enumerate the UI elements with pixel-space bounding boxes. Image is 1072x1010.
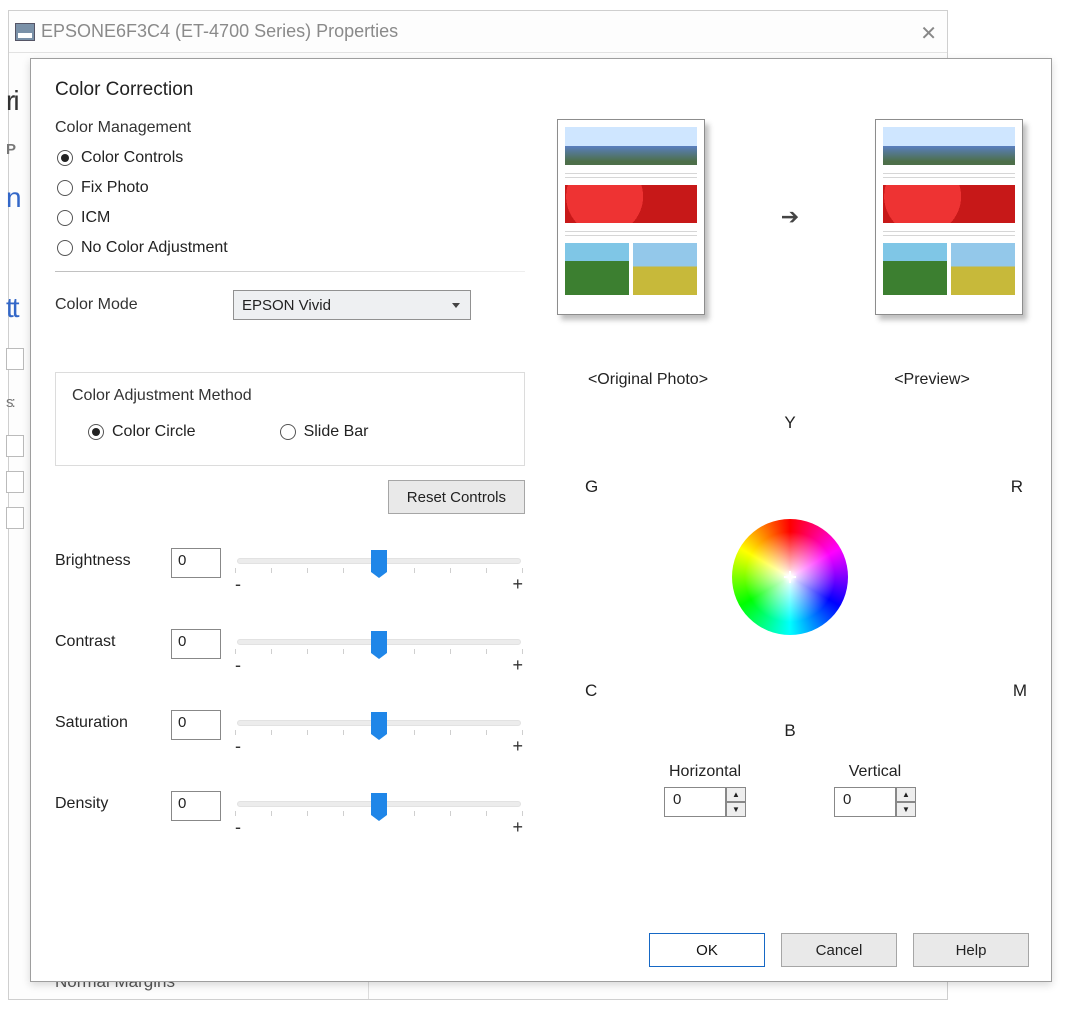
dialog-title: Color Correction	[55, 79, 1027, 101]
density-label: Density	[55, 791, 159, 813]
radio-icon	[88, 424, 104, 440]
document-icon	[6, 471, 24, 493]
contrast-slider[interactable]	[237, 639, 521, 645]
contrast-label: Contrast	[55, 629, 159, 651]
density-row: Density 0 -+	[55, 791, 525, 838]
spin-up-icon[interactable]: ▲	[896, 787, 916, 802]
vertical-spinner[interactable]: 0 ▲▼	[834, 787, 916, 817]
saturation-row: Saturation 0 -+	[55, 710, 525, 757]
axis-m: M	[1013, 681, 1027, 701]
radio-fix-photo[interactable]: Fix Photo	[55, 173, 525, 203]
color-mode-select[interactable]: EPSON Vivid	[233, 290, 471, 320]
color-mode-label: Color Mode	[55, 296, 205, 314]
adjustment-method-label: Color Adjustment Method	[72, 387, 508, 405]
axis-y: Y	[784, 413, 795, 433]
parent-window-title: EPSONE6F3C4 (ET-4700 Series) Properties	[41, 21, 398, 42]
radio-no-adjustment[interactable]: No Color Adjustment	[55, 233, 525, 263]
vertical-label: Vertical	[834, 763, 916, 781]
radio-icon	[57, 180, 73, 196]
color-management-label: Color Management	[55, 119, 525, 137]
slider-thumb-icon[interactable]	[371, 550, 387, 572]
radio-icm[interactable]: ICM	[55, 203, 525, 233]
axis-b: B	[784, 721, 795, 741]
axis-r: R	[1011, 477, 1023, 497]
preview-label: <Preview>	[837, 371, 1027, 389]
divider	[55, 271, 525, 272]
radio-icon	[57, 210, 73, 226]
document-icon	[6, 348, 24, 370]
saturation-label: Saturation	[55, 710, 159, 732]
printer-icon	[15, 23, 35, 41]
contrast-input[interactable]: 0	[171, 629, 221, 659]
crosshair-icon	[786, 573, 794, 581]
vertical-input[interactable]: 0	[834, 787, 896, 817]
radio-icon	[280, 424, 296, 440]
density-input[interactable]: 0	[171, 791, 221, 821]
color-wheel[interactable]	[732, 519, 848, 635]
radio-color-circle[interactable]: Color Circle	[86, 417, 198, 447]
horizontal-input[interactable]: 0	[664, 787, 726, 817]
radio-slide-bar[interactable]: Slide Bar	[278, 417, 371, 447]
saturation-slider[interactable]	[237, 720, 521, 726]
parent-window-titlebar: EPSONE6F3C4 (ET-4700 Series) Properties …	[9, 11, 947, 53]
radio-color-controls[interactable]: Color Controls	[55, 143, 525, 173]
brightness-label: Brightness	[55, 548, 159, 570]
color-wheel-area: Y G R C M B	[553, 417, 1027, 737]
result-preview	[875, 119, 1023, 315]
horizontal-label: Horizontal	[664, 763, 746, 781]
axis-c: C	[585, 681, 597, 701]
close-icon[interactable]: ✕	[920, 21, 937, 46]
saturation-input[interactable]: 0	[171, 710, 221, 740]
slider-thumb-icon[interactable]	[371, 712, 387, 734]
radio-icon	[57, 150, 73, 166]
arrow-right-icon: ➔	[781, 204, 799, 230]
brightness-input[interactable]: 0	[171, 548, 221, 578]
spin-down-icon[interactable]: ▼	[896, 802, 916, 817]
color-correction-dialog: Color Correction Color Management Color …	[30, 58, 1052, 982]
cancel-button[interactable]: Cancel	[781, 933, 897, 967]
reset-controls-button[interactable]: Reset Controls	[388, 480, 525, 514]
spin-up-icon[interactable]: ▲	[726, 787, 746, 802]
slider-thumb-icon[interactable]	[371, 631, 387, 653]
slider-thumb-icon[interactable]	[371, 793, 387, 815]
ok-button[interactable]: OK	[649, 933, 765, 967]
adjustment-method-group: Color Adjustment Method Color Circle Sli…	[55, 372, 525, 466]
radio-icon	[57, 240, 73, 256]
axis-g: G	[585, 477, 598, 497]
document-icon	[6, 435, 24, 457]
help-button[interactable]: Help	[913, 933, 1029, 967]
original-label: <Original Photo>	[553, 371, 743, 389]
original-photo-preview	[557, 119, 705, 315]
contrast-row: Contrast 0 -+	[55, 629, 525, 676]
brightness-row: Brightness 0 -+	[55, 548, 525, 595]
density-slider[interactable]	[237, 801, 521, 807]
brightness-slider[interactable]	[237, 558, 521, 564]
horizontal-spinner[interactable]: 0 ▲▼	[664, 787, 746, 817]
spin-down-icon[interactable]: ▼	[726, 802, 746, 817]
document-icon	[6, 507, 24, 529]
